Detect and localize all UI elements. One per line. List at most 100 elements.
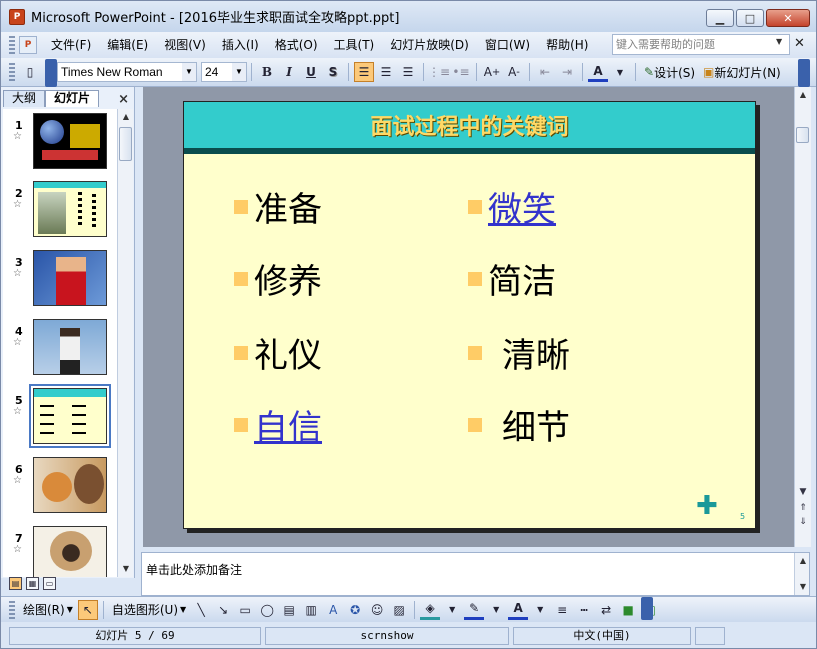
slide-thumbnail[interactable]: 7 ☆ bbox=[3, 526, 117, 577]
font-size-select[interactable]: 24 ▼ bbox=[201, 62, 247, 82]
chevron-down-icon[interactable]: ▼ bbox=[530, 600, 550, 620]
normal-view-icon[interactable]: ▤ bbox=[9, 577, 22, 590]
design-button[interactable]: ✎ 设计(S) bbox=[640, 64, 699, 81]
slide-canvas[interactable]: 面试过程中的关键词 准备 修养 礼仪 自信 微笑 简洁 清晰 细节 ✚ 5 bbox=[183, 101, 756, 529]
scroll-down-icon[interactable]: ▼ bbox=[795, 579, 811, 595]
next-slide-icon[interactable]: ⇓ bbox=[795, 515, 811, 529]
slide-thumbnail[interactable]: 2 ☆ bbox=[3, 181, 117, 243]
toolbar-options-icon[interactable] bbox=[798, 59, 810, 87]
bullet-item[interactable]: 清晰 bbox=[468, 328, 570, 377]
font-color-icon[interactable]: A bbox=[588, 62, 608, 82]
bullet-item[interactable]: 微笑 bbox=[468, 182, 556, 231]
panel-close-icon[interactable]: × bbox=[118, 92, 129, 107]
diagram-icon[interactable]: ✪ bbox=[345, 600, 365, 620]
menu-insert[interactable]: 插入(I) bbox=[214, 35, 267, 55]
scrollbar-thumb[interactable] bbox=[796, 127, 809, 143]
chevron-down-icon[interactable]: ▼ bbox=[442, 600, 462, 620]
bullet-item[interactable]: 礼仪 bbox=[234, 328, 322, 377]
rectangle-icon[interactable]: ▭ bbox=[235, 600, 255, 620]
arrow-icon[interactable]: ↘ bbox=[213, 600, 233, 620]
menu-tools[interactable]: 工具(T) bbox=[326, 35, 383, 55]
autoshapes-button[interactable]: 自选图形(U) ▼ bbox=[108, 601, 190, 618]
picture-icon[interactable]: ▨ bbox=[389, 600, 409, 620]
bullet-item[interactable]: 简洁 bbox=[468, 254, 556, 303]
fill-color-icon[interactable]: ◈ bbox=[420, 600, 441, 620]
underline-button[interactable]: U bbox=[301, 62, 321, 82]
line-style-icon[interactable]: ≡ bbox=[552, 600, 572, 620]
menu-view[interactable]: 视图(V) bbox=[156, 35, 214, 55]
scroll-up-icon[interactable]: ▲ bbox=[795, 87, 811, 103]
line-icon[interactable]: ╲ bbox=[191, 600, 211, 620]
toolbar-options-icon[interactable] bbox=[641, 597, 653, 620]
hyperlink-text[interactable]: 自信 bbox=[254, 400, 322, 449]
maximize-button[interactable]: □ bbox=[736, 9, 764, 27]
scroll-up-icon[interactable]: ▲ bbox=[795, 553, 811, 569]
textbox-icon[interactable]: ▤ bbox=[279, 600, 299, 620]
menu-file[interactable]: 文件(F) bbox=[43, 35, 99, 55]
arrow-style-icon[interactable]: ⇄ bbox=[596, 600, 616, 620]
menu-slideshow[interactable]: 幻灯片放映(D) bbox=[382, 35, 477, 55]
close-document-icon[interactable]: ✕ bbox=[794, 36, 805, 51]
minimize-button[interactable]: ▁ bbox=[706, 9, 734, 27]
tab-slides[interactable]: 幻灯片 bbox=[45, 90, 100, 107]
select-pointer-icon[interactable]: ↖ bbox=[77, 599, 98, 620]
wordart-icon[interactable]: A bbox=[323, 600, 343, 620]
slideshow-icon[interactable]: ▭ bbox=[43, 577, 56, 590]
vertical-textbox-icon[interactable]: ▥ bbox=[301, 600, 321, 620]
dash-style-icon[interactable]: ┅ bbox=[574, 600, 594, 620]
new-document-icon[interactable]: ▯ bbox=[20, 62, 40, 82]
notes-scrollbar[interactable]: ▲ ▼ bbox=[794, 553, 809, 595]
line-color-icon[interactable]: ✎ bbox=[464, 600, 485, 620]
increase-indent-icon[interactable]: ⇥ bbox=[557, 62, 577, 82]
italic-button[interactable]: I bbox=[279, 62, 299, 82]
toolbar-grip[interactable] bbox=[9, 63, 15, 81]
align-left-icon[interactable]: ☰ bbox=[354, 62, 374, 82]
close-button[interactable]: ✕ bbox=[766, 9, 810, 27]
previous-slide-icon[interactable]: ⇑ bbox=[795, 501, 811, 515]
menu-help[interactable]: 帮助(H) bbox=[538, 35, 596, 55]
new-slide-button[interactable]: ▣ 新幻灯片(N) bbox=[699, 64, 785, 81]
increase-font-icon[interactable]: A + bbox=[482, 62, 502, 82]
chevron-down-icon[interactable]: ▼ bbox=[610, 62, 630, 82]
slide-thumbnail[interactable]: 3 ☆ bbox=[3, 250, 117, 312]
menu-grip[interactable] bbox=[9, 36, 15, 54]
chevron-down-icon[interactable]: ▼ bbox=[486, 600, 506, 620]
slide-thumbnail-selected[interactable]: 5 ☆ bbox=[3, 384, 117, 450]
notes-pane[interactable]: 单击此处添加备注 ▲ ▼ bbox=[141, 552, 810, 596]
thumbnails-scrollbar[interactable]: ▲ ▼ bbox=[117, 109, 133, 577]
slide-thumbnail[interactable]: 4 ☆ bbox=[3, 319, 117, 381]
align-center-icon[interactable]: ☰ bbox=[376, 62, 396, 82]
slide-sorter-icon[interactable]: ▦ bbox=[26, 577, 39, 590]
toolbar-options-icon[interactable] bbox=[45, 59, 57, 87]
oval-icon[interactable]: ◯ bbox=[257, 600, 277, 620]
menu-window[interactable]: 窗口(W) bbox=[477, 35, 538, 55]
chevron-down-icon[interactable]: ▼ bbox=[776, 37, 782, 46]
shadow-style-icon[interactable]: ■ bbox=[618, 600, 638, 620]
help-search-input[interactable]: 键入需要帮助的问题 bbox=[612, 34, 790, 55]
tab-outline[interactable]: 大纲 bbox=[3, 90, 46, 107]
bullet-item[interactable]: 修养 bbox=[234, 254, 322, 303]
slide-thumbnail[interactable]: 6 ☆ bbox=[3, 457, 117, 519]
bulleted-list-icon[interactable]: •≡ bbox=[451, 62, 471, 82]
slide-thumbnail[interactable]: 1 ☆ bbox=[3, 113, 117, 175]
navigation-cross-icon[interactable]: ✚ bbox=[696, 493, 718, 519]
toolbar-grip[interactable] bbox=[9, 600, 15, 619]
menu-edit[interactable]: 编辑(E) bbox=[99, 35, 156, 55]
slide-scrollbar[interactable]: ▲ ▼ ⇑ ⇓ bbox=[794, 87, 811, 547]
shadow-button[interactable]: S bbox=[323, 62, 343, 82]
numbered-list-icon[interactable]: ⋮≡ bbox=[428, 62, 450, 82]
document-icon[interactable]: P bbox=[19, 36, 37, 54]
align-right-icon[interactable]: ☰ bbox=[398, 62, 418, 82]
menu-format[interactable]: 格式(O) bbox=[267, 35, 326, 55]
chevron-down-icon[interactable]: ▼ bbox=[232, 63, 246, 81]
hyperlink-text[interactable]: 微笑 bbox=[488, 182, 556, 231]
bullet-item[interactable]: 细节 bbox=[468, 400, 570, 449]
bullet-item[interactable]: 准备 bbox=[234, 182, 322, 231]
scroll-down-icon[interactable]: ▼ bbox=[795, 485, 811, 499]
scrollbar-thumb[interactable] bbox=[119, 127, 132, 161]
decrease-font-icon[interactable]: A- bbox=[504, 62, 524, 82]
chevron-down-icon[interactable]: ▼ bbox=[182, 63, 196, 81]
bullet-item[interactable]: 自信 bbox=[234, 400, 322, 449]
powerpoint-app-icon[interactable]: P bbox=[9, 8, 25, 25]
scroll-up-icon[interactable]: ▲ bbox=[118, 109, 134, 125]
